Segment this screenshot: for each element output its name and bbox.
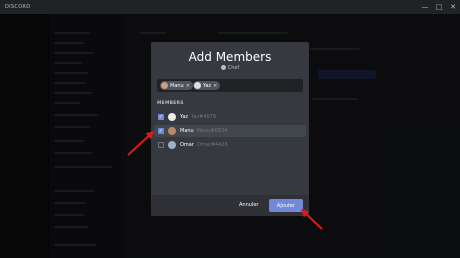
member-name: Omar: [180, 142, 194, 148]
close-icon[interactable]: ✕: [446, 0, 460, 14]
member-tag: Omar#4426: [196, 142, 228, 148]
window-controls: — □ ✕: [418, 0, 460, 14]
selected-members-field[interactable]: Manu × Yaz ×: [157, 79, 303, 92]
member-chip-manu[interactable]: Manu ×: [160, 81, 193, 90]
cancel-button[interactable]: Annuler: [239, 202, 258, 208]
chip-label: Yaz: [203, 82, 212, 89]
remove-icon[interactable]: ×: [186, 83, 190, 89]
checkbox-checked-icon[interactable]: ✓: [158, 128, 164, 134]
window-titlebar: DISCORD — □ ✕: [0, 0, 460, 14]
minimize-icon[interactable]: —: [418, 0, 432, 14]
member-tag: Manu#6934: [196, 128, 228, 134]
modal-subtitle: Chef: [151, 65, 309, 71]
member-name: Manu: [180, 128, 194, 134]
avatar: [168, 113, 176, 121]
members-section-label: MEMBERS: [157, 101, 184, 106]
member-row-omar[interactable]: Omar Omar#4426: [154, 139, 306, 151]
modal-title: Add Members: [188, 50, 272, 64]
subtitle-text: Chef: [227, 65, 240, 71]
add-members-modal: Add Members Chef Manu × Yaz × MEMBERS ✓ …: [151, 42, 309, 216]
avatar: [194, 82, 201, 89]
avatar: [168, 141, 176, 149]
member-row-manu[interactable]: ✓ Manu Manu#6934: [154, 125, 306, 137]
member-row-yaz[interactable]: ✓ Yaz Yaz#4678: [154, 111, 306, 123]
checkbox-unchecked-icon[interactable]: [158, 142, 164, 148]
app-title: DISCORD: [5, 4, 31, 10]
add-button[interactable]: Ajouter: [269, 199, 303, 212]
member-name: Yaz: [180, 114, 189, 120]
maximize-icon[interactable]: □: [432, 0, 446, 14]
avatar: [161, 82, 168, 89]
role-icon: [220, 65, 226, 70]
remove-icon[interactable]: ×: [213, 83, 217, 89]
avatar: [168, 127, 176, 135]
member-tag: Yaz#4678: [191, 114, 217, 120]
member-chip-yaz[interactable]: Yaz ×: [193, 81, 221, 90]
modal-footer: Annuler Ajouter: [151, 195, 309, 216]
checkbox-checked-icon[interactable]: ✓: [158, 114, 164, 120]
chip-label: Manu: [170, 82, 184, 89]
